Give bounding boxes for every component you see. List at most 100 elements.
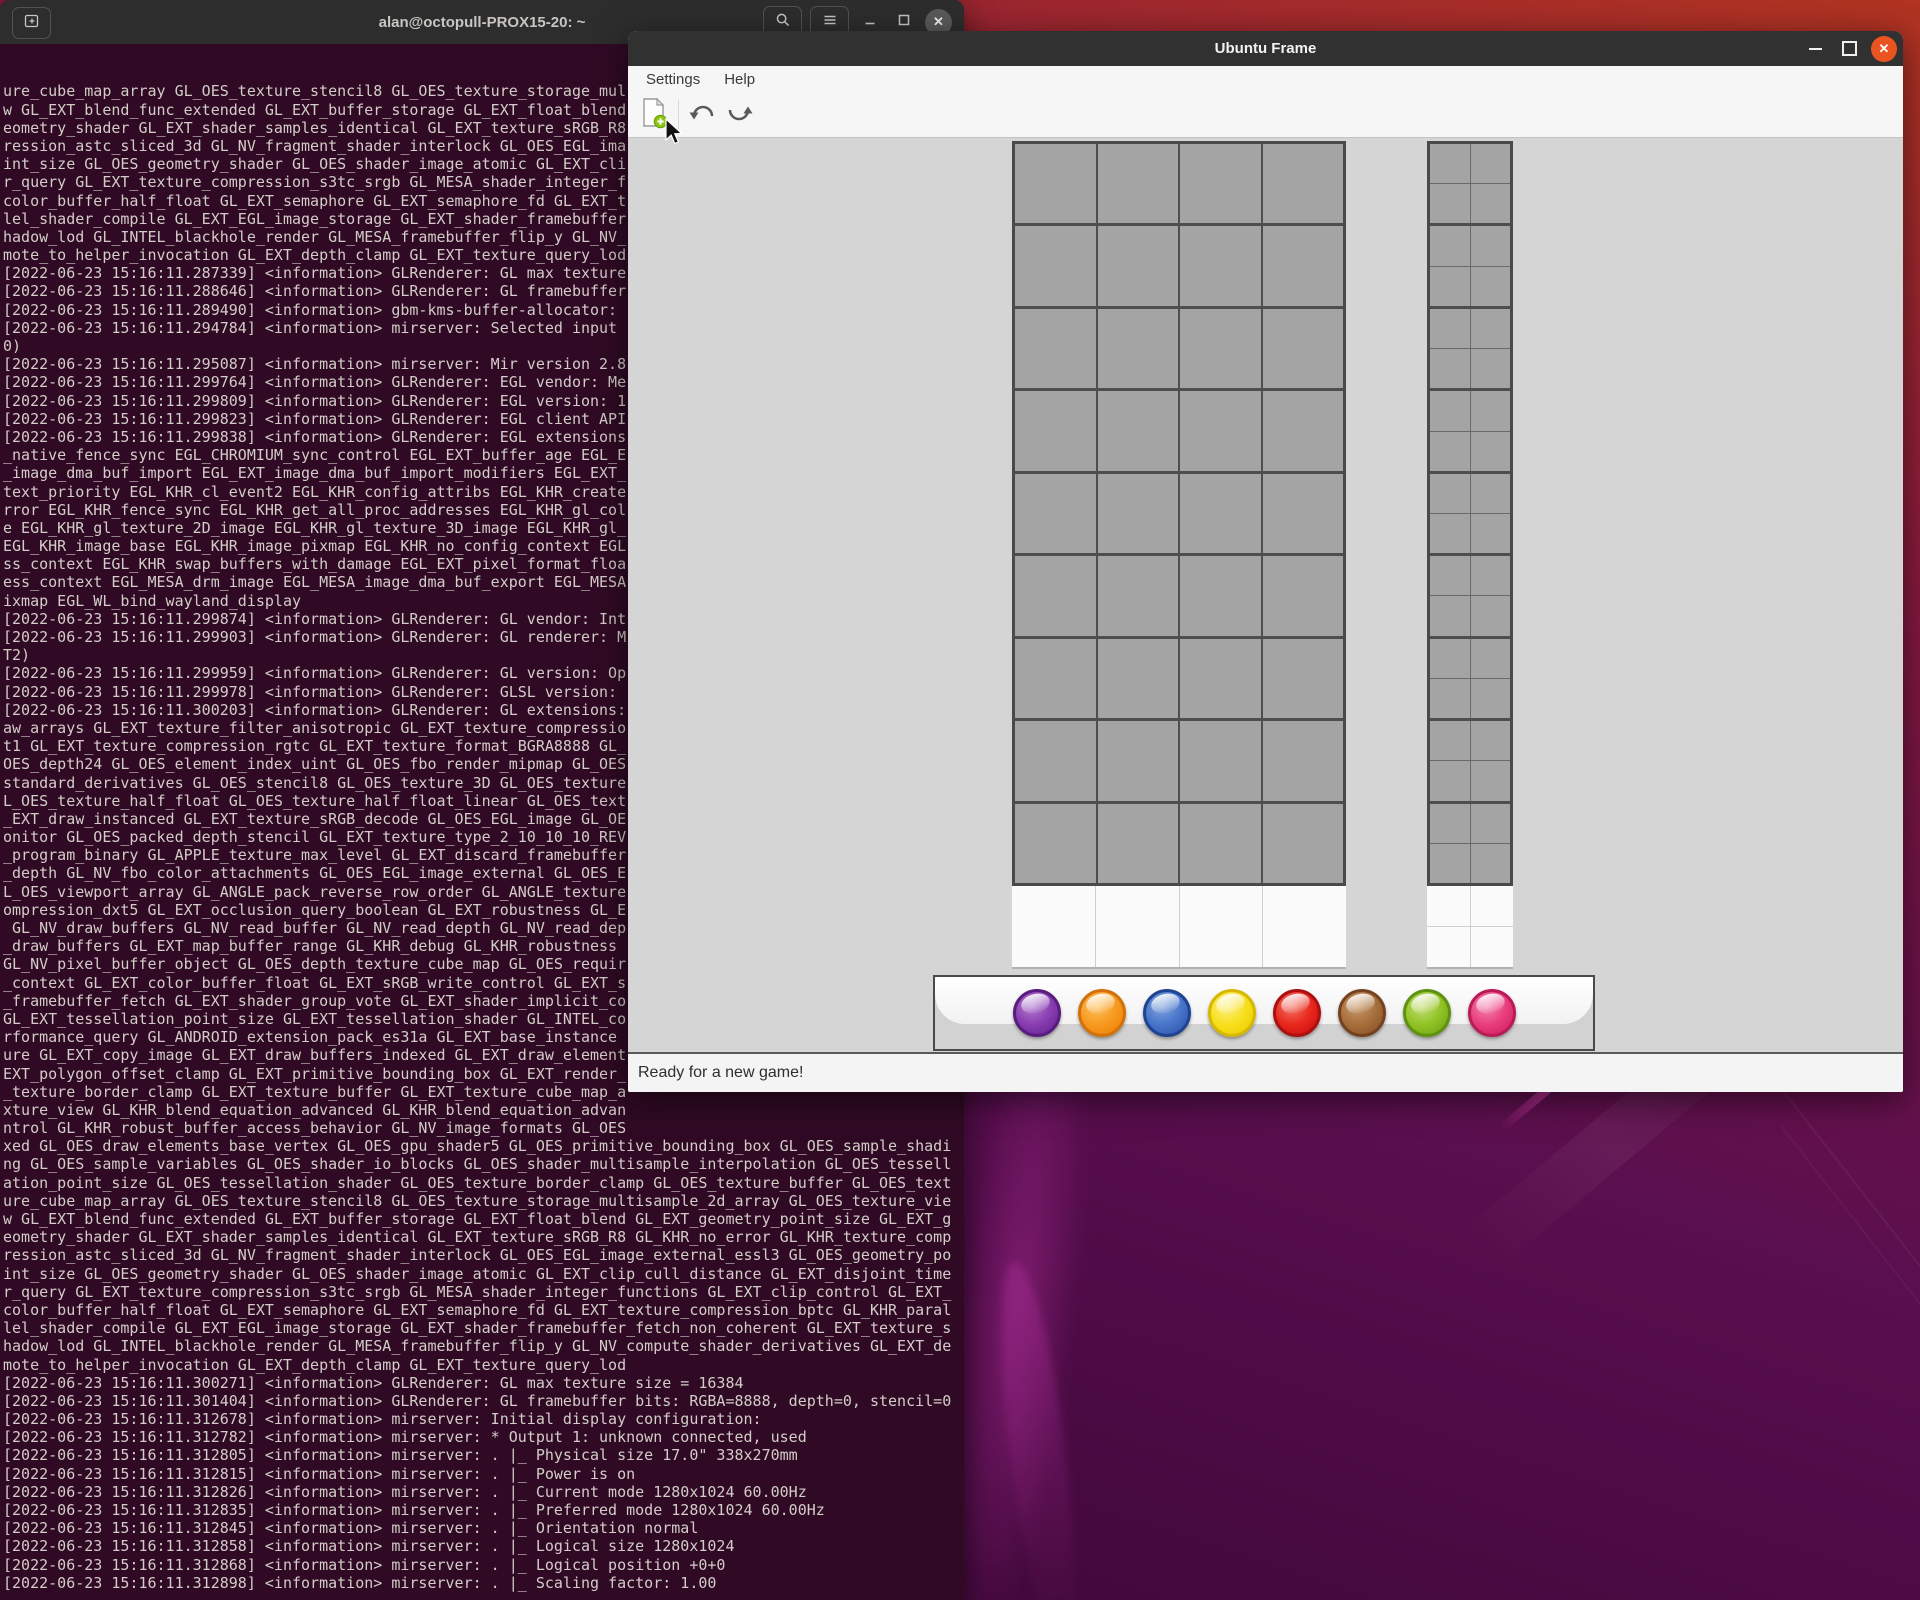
score-cell <box>1471 679 1511 718</box>
active-guess-cell[interactable] <box>1012 886 1095 967</box>
frame-maximize-button[interactable] <box>1837 37 1861 61</box>
guess-cell[interactable] <box>1098 804 1179 883</box>
guess-cell[interactable] <box>1263 309 1344 388</box>
guess-cell[interactable] <box>1180 391 1261 470</box>
guess-cell[interactable] <box>1263 804 1344 883</box>
guess-cell[interactable] <box>1098 226 1179 305</box>
active-score-block <box>1427 886 1513 969</box>
score-cell <box>1471 432 1511 471</box>
guess-cell[interactable] <box>1263 721 1344 800</box>
guess-cell[interactable] <box>1180 639 1261 718</box>
guess-cell[interactable] <box>1015 474 1096 553</box>
score-cell <box>1430 639 1470 678</box>
score-block <box>1430 639 1510 718</box>
guess-cell[interactable] <box>1015 721 1096 800</box>
guess-cell[interactable] <box>1098 474 1179 553</box>
color-palette-bar <box>933 975 1595 1051</box>
terminal-line: mote_to_helper_invocation GL_EXT_depth_c… <box>3 1356 964 1374</box>
guess-cell[interactable] <box>1180 804 1261 883</box>
peg-ball-green[interactable] <box>1403 989 1451 1037</box>
score-block <box>1430 309 1510 388</box>
peg-ball-red[interactable] <box>1273 989 1321 1037</box>
peg-ball-orange[interactable] <box>1078 989 1126 1037</box>
guess-cell[interactable] <box>1015 144 1096 223</box>
guess-cell[interactable] <box>1180 226 1261 305</box>
score-block <box>1430 474 1510 553</box>
active-score-cell <box>1427 927 1470 967</box>
guess-cell[interactable] <box>1098 309 1179 388</box>
guess-cell[interactable] <box>1098 721 1179 800</box>
guess-cell[interactable] <box>1015 804 1096 883</box>
terminal-line: [2022-06-23 15:16:11.312678] <informatio… <box>3 1410 964 1428</box>
peg-ball-blue[interactable] <box>1143 989 1191 1037</box>
guess-cell[interactable] <box>1263 639 1344 718</box>
score-cell <box>1471 804 1511 843</box>
terminal-line: [2022-06-23 15:16:11.312835] <informatio… <box>3 1501 964 1519</box>
terminal-line: ation_point_size GL_OES_tessellation_sha… <box>3 1174 964 1192</box>
guess-cell[interactable] <box>1180 144 1261 223</box>
close-icon: ✕ <box>933 14 944 30</box>
guess-cell[interactable] <box>1180 721 1261 800</box>
guess-cell[interactable] <box>1263 391 1344 470</box>
guess-cell[interactable] <box>1098 144 1179 223</box>
frame-titlebar[interactable]: Ubuntu Frame ✕ <box>628 31 1903 66</box>
score-cell <box>1471 761 1511 800</box>
score-cell <box>1471 144 1511 183</box>
active-guess-row[interactable] <box>1012 886 1346 969</box>
guess-cell[interactable] <box>1098 639 1179 718</box>
score-cell <box>1471 226 1511 265</box>
guess-cell[interactable] <box>1263 474 1344 553</box>
guess-cell[interactable] <box>1015 556 1096 635</box>
peg-ball-pink[interactable] <box>1468 989 1516 1037</box>
mouse-cursor <box>664 118 686 153</box>
score-cell <box>1430 309 1470 348</box>
guess-cell[interactable] <box>1098 391 1179 470</box>
menu-help[interactable]: Help <box>714 66 765 93</box>
score-cell <box>1430 514 1470 553</box>
score-block <box>1430 144 1510 223</box>
score-cell <box>1471 474 1511 513</box>
undo-button[interactable] <box>685 97 721 133</box>
guess-cell[interactable] <box>1180 309 1261 388</box>
ubuntu-frame-window[interactable]: Ubuntu Frame ✕ Settings Help <box>628 31 1903 1092</box>
active-guess-cell[interactable] <box>1096 886 1179 967</box>
menubar: Settings Help <box>628 66 1903 93</box>
guess-cell[interactable] <box>1015 309 1096 388</box>
score-block <box>1430 556 1510 635</box>
redo-button[interactable] <box>721 97 757 133</box>
active-score-cell <box>1471 886 1514 926</box>
score-block <box>1430 226 1510 305</box>
score-cell <box>1471 639 1511 678</box>
guess-cell[interactable] <box>1015 639 1096 718</box>
undo-arrow-icon <box>688 100 718 131</box>
score-cell <box>1471 844 1511 883</box>
peg-ball-brown[interactable] <box>1338 989 1386 1037</box>
guess-cell[interactable] <box>1015 391 1096 470</box>
guess-cell[interactable] <box>1015 226 1096 305</box>
guess-cell[interactable] <box>1263 226 1344 305</box>
redo-arrow-icon <box>724 100 754 131</box>
terminal-line: xed GL_OES_draw_elements_base_vertex GL_… <box>3 1137 964 1155</box>
active-guess-cell[interactable] <box>1263 886 1346 967</box>
guess-grid <box>1012 141 1346 886</box>
score-cell <box>1430 184 1470 223</box>
peg-ball-purple[interactable] <box>1013 989 1061 1037</box>
guess-cell[interactable] <box>1180 474 1261 553</box>
guess-cell[interactable] <box>1263 144 1344 223</box>
frame-window-title: Ubuntu Frame <box>628 31 1903 66</box>
score-block <box>1430 721 1510 800</box>
frame-minimize-button[interactable] <box>1803 37 1827 61</box>
wallpaper-facet-line <box>1780 1125 1920 1457</box>
terminal-line: int_size GL_OES_geometry_shader GL_OES_s… <box>3 1265 964 1283</box>
peg-ball-yellow[interactable] <box>1208 989 1256 1037</box>
score-cell <box>1471 349 1511 388</box>
guess-cell[interactable] <box>1098 556 1179 635</box>
frame-close-button[interactable]: ✕ <box>1871 36 1897 62</box>
status-message: Ready for a new game! <box>638 1064 803 1082</box>
active-guess-cell[interactable] <box>1180 886 1263 967</box>
guess-cell[interactable] <box>1180 556 1261 635</box>
score-cell <box>1471 309 1511 348</box>
menu-settings[interactable]: Settings <box>636 66 710 93</box>
guess-cell[interactable] <box>1263 556 1344 635</box>
terminal-line: hadow_lod GL_INTEL_blackhole_render GL_M… <box>3 1337 964 1355</box>
